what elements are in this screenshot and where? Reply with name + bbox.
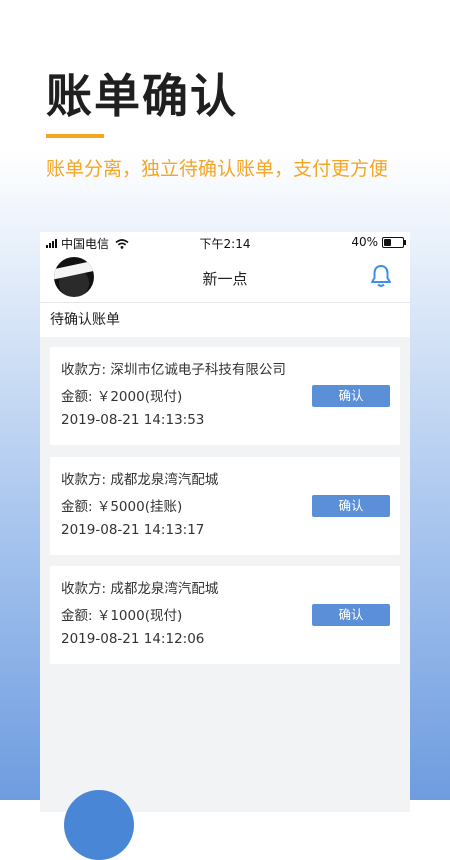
confirm-button[interactable]: 确认	[312, 495, 390, 517]
bill-payee: 收款方: 成都龙泉湾汽配城	[61, 472, 219, 488]
bill-card: 收款方: 成都龙泉湾汽配城 金额: ￥5000(挂账) 2019-08-21 1…	[50, 457, 400, 555]
confirm-button[interactable]: 确认	[312, 604, 390, 626]
floating-action-button[interactable]	[64, 790, 134, 860]
confirm-button[interactable]: 确认	[312, 385, 390, 407]
status-bar: 中国电信 下午2:14 40%	[40, 232, 410, 252]
hero-title: 账单确认	[46, 69, 238, 123]
phone-screen: 中国电信 下午2:14 40% 新一点 待确认账单 收款方: 深圳市亿诚电子科技…	[40, 232, 410, 812]
battery-icon	[382, 236, 406, 248]
bill-payee: 收款方: 深圳市亿诚电子科技有限公司	[61, 362, 286, 378]
bill-card: 收款方: 深圳市亿诚电子科技有限公司 金额: ￥2000(现付) 2019-08…	[50, 347, 400, 445]
bill-time: 2019-08-21 14:13:17	[61, 522, 205, 538]
section-title: 待确认账单	[50, 312, 120, 328]
bill-card: 收款方: 成都龙泉湾汽配城 金额: ￥1000(现付) 2019-08-21 1…	[50, 566, 400, 664]
battery-percent: 40%	[351, 235, 378, 249]
bell-icon[interactable]	[370, 264, 392, 288]
bill-payee: 收款方: 成都龙泉湾汽配城	[61, 581, 219, 597]
navbar: 新一点	[40, 252, 410, 303]
bill-amount: 金额: ￥2000(现付)	[61, 389, 183, 405]
bill-amount: 金额: ￥1000(现付)	[61, 608, 183, 624]
bill-time: 2019-08-21 14:12:06	[61, 631, 205, 647]
hero-subtitle: 账单分离，独立待确认账单，支付更方便	[46, 158, 389, 180]
section-header: 待确认账单	[40, 303, 410, 337]
nav-title: 新一点	[202, 270, 248, 288]
hero-underline	[46, 134, 104, 138]
bill-amount: 金额: ￥5000(挂账)	[61, 499, 183, 515]
bill-time: 2019-08-21 14:13:53	[61, 412, 205, 428]
